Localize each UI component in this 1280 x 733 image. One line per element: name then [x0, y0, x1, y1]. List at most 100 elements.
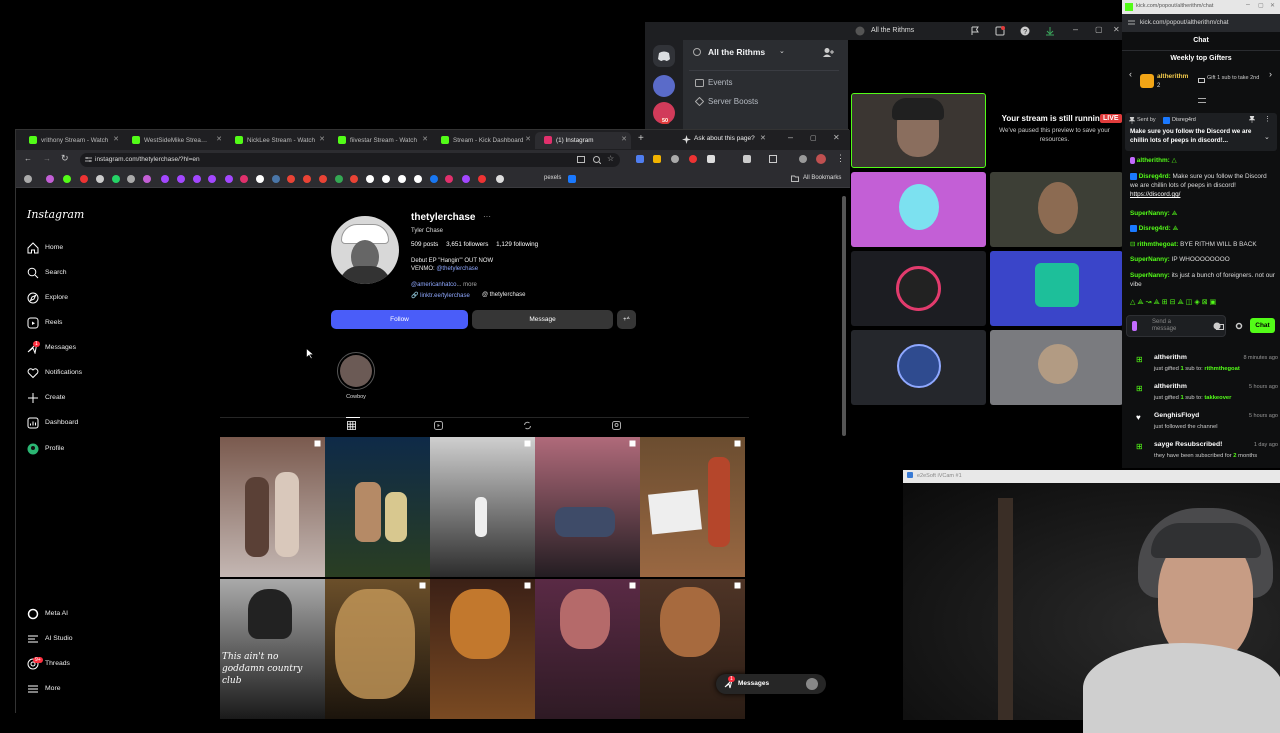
inbox-icon[interactable] [995, 26, 1005, 36]
forward-icon[interactable]: → [43, 154, 51, 163]
activity-name[interactable]: sayge Resubscribed! [1154, 441, 1222, 448]
bookmark-icon[interactable] [398, 175, 406, 183]
instagram-logo[interactable]: Instagram [27, 208, 84, 221]
maximize-button[interactable]: ▢ [1258, 2, 1264, 9]
activity-name[interactable]: altherithm [1154, 383, 1187, 390]
activity-item[interactable]: ⊞ altherithm 5 hours ago just gifted 1 sub … [1122, 381, 1280, 409]
activity-item[interactable]: ⊞ sayge Resubscribed! 1 day ago they have b… [1122, 439, 1280, 467]
extension-icon-4[interactable] [689, 155, 697, 163]
close-tab-icon[interactable]: ✕ [319, 135, 325, 143]
chat-username[interactable]: Disreg4rd: [1139, 225, 1171, 232]
tab-3[interactable]: NickLee Stream - Watch ✕ [226, 132, 329, 149]
bookmark-icon[interactable] [193, 175, 201, 183]
bookmark-icon[interactable] [161, 175, 169, 183]
activity-item[interactable]: ♥ GenghisFloyd 5 hours ago just followed th… [1122, 410, 1280, 438]
tab-4[interactable]: fiivestar Stream - Watch ✕ [329, 132, 432, 149]
discord-home-button[interactable] [653, 45, 675, 67]
minimize-button[interactable]: – [788, 132, 793, 142]
sidebar-item-profile[interactable]: Profile [27, 442, 64, 458]
video-tile-5[interactable] [990, 251, 1123, 326]
extension-icon-5[interactable] [707, 155, 715, 163]
media-icon[interactable] [769, 155, 777, 163]
chat-username[interactable]: altherithm: [1137, 157, 1170, 164]
scrollbar[interactable] [842, 196, 846, 436]
unpin-icon[interactable] [1249, 116, 1255, 123]
close-tab-icon[interactable]: ✕ [422, 135, 428, 143]
bookmark-icon[interactable] [287, 175, 295, 183]
maximize-button[interactable]: ▢ [810, 134, 817, 142]
kick-url[interactable]: kick.com/popout/altherithm/chat [1140, 19, 1229, 26]
bookmark-icon[interactable] [496, 175, 504, 183]
back-icon[interactable]: ← [24, 154, 32, 163]
all-bookmarks[interactable]: All Bookmarks [803, 175, 841, 181]
bookmark-icon[interactable] [478, 175, 486, 183]
messages-floating-bar[interactable]: 1 Messages [716, 674, 826, 694]
bio-more[interactable]: ... more [456, 282, 476, 288]
close-button[interactable]: ✕ [833, 133, 840, 142]
close-tab-icon[interactable]: ✕ [621, 135, 627, 143]
chat-username[interactable]: SuperNanny: [1130, 210, 1170, 217]
add-friend-icon[interactable] [823, 47, 834, 58]
post-8[interactable] [430, 579, 535, 719]
gifter-note[interactable]: Gift 1 sub to take 2nd [1207, 75, 1272, 82]
chevron-down-icon[interactable]: ⌄ [1264, 133, 1270, 141]
chat-input[interactable]: Send a message [1126, 315, 1226, 337]
pinned-options-icon[interactable]: ⋮ [1264, 115, 1271, 123]
sidebar-item-reels[interactable]: Reels [27, 316, 62, 332]
bookmark-icon[interactable] [272, 175, 280, 183]
gift-sub-icon[interactable] [1216, 322, 1224, 330]
activity-target[interactable]: rithmthegoat [1204, 366, 1239, 372]
profile-avatar[interactable] [331, 216, 399, 284]
threads-link[interactable]: @ thetylerchase [482, 292, 525, 298]
sidebar-item-notifications[interactable]: Notifications [27, 366, 82, 382]
profile-options-icon[interactable]: ··· [483, 212, 491, 221]
gifters-prev-icon[interactable]: ‹ [1129, 69, 1132, 79]
close-button[interactable]: ✕ [1113, 25, 1120, 34]
suggested-users-icon[interactable]: +ᐞ [617, 310, 636, 329]
sidebar-item-ai-studio[interactable]: AI Studio [27, 632, 73, 648]
bookmark-icon[interactable] [335, 175, 343, 183]
flag-icon[interactable] [970, 26, 980, 36]
minimize-button[interactable]: – [1073, 24, 1078, 34]
video-tile-3[interactable] [990, 172, 1123, 247]
browser-menu-icon[interactable]: ⋮ [836, 153, 845, 164]
bookmark-icon[interactable] [382, 175, 390, 183]
download-icon[interactable] [1045, 26, 1055, 36]
tab-2[interactable]: WestSideMike Strea… ✕ [123, 132, 226, 149]
extension-icon-2[interactable] [653, 155, 661, 163]
post-6[interactable]: This ain't no goddamn country club [220, 579, 325, 719]
maximize-button[interactable]: ▢ [1095, 25, 1103, 34]
bookmark-icon[interactable] [430, 175, 438, 183]
reposts-tab-icon[interactable] [523, 421, 532, 430]
following-count[interactable]: 1,129 following [496, 241, 538, 248]
bookmark-icon[interactable] [256, 175, 264, 183]
sidebar-item-dashboard[interactable]: Dashboard [27, 416, 78, 432]
bookmark-icon[interactable] [63, 175, 71, 183]
new-tab-button[interactable]: + [638, 133, 644, 144]
grid-icon[interactable] [347, 421, 356, 430]
post-4[interactable] [535, 437, 640, 577]
sidebar-item-more[interactable]: More [27, 682, 61, 698]
tab-5[interactable]: Stream - Kick Dashboard ✕ [432, 132, 535, 149]
chat-username[interactable]: rithmthegoat: [1137, 241, 1178, 248]
sidebar-item-home[interactable]: Home [27, 241, 63, 257]
server-icon-1[interactable] [653, 75, 675, 97]
tab-instagram[interactable]: (1) Instagram ✕ [535, 132, 631, 149]
mic-icon[interactable] [1132, 321, 1137, 331]
post-1[interactable] [220, 437, 325, 577]
chat-send-button[interactable]: Chat [1250, 318, 1275, 333]
story-highlight[interactable] [337, 352, 375, 390]
zoom-icon[interactable] [593, 156, 601, 164]
post-7[interactable] [325, 579, 430, 719]
bookmark-icon[interactable] [445, 175, 453, 183]
bookmark-icon[interactable] [112, 175, 120, 183]
minimize-button[interactable]: – [1246, 1, 1250, 8]
sidebar-item-meta-ai[interactable]: Meta AI [27, 607, 68, 623]
chat-username[interactable]: SuperNanny: [1130, 256, 1170, 263]
post-3[interactable] [430, 437, 535, 577]
ask-about-page[interactable]: Ask about this page? [694, 135, 755, 142]
chevron-down-icon[interactable]: ⌄ [779, 47, 785, 55]
bookmark-icon[interactable] [80, 175, 88, 183]
bookmark-icon[interactable] [319, 175, 327, 183]
bookmark-icon[interactable] [350, 175, 358, 183]
